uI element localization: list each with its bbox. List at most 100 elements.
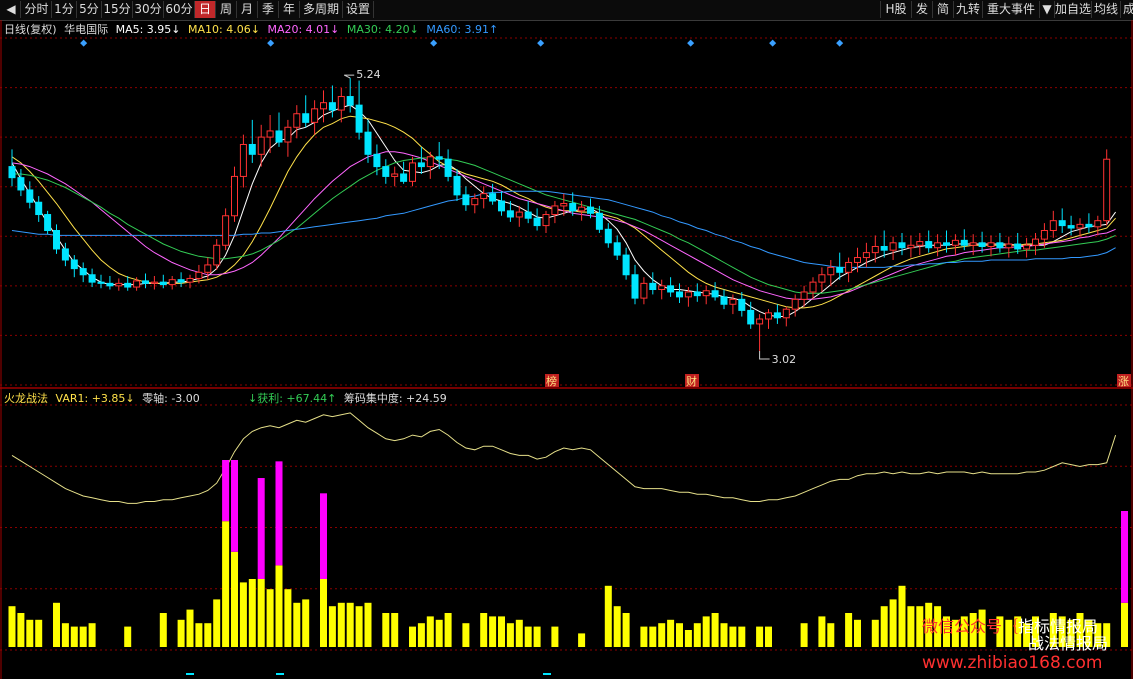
candle <box>551 201 559 224</box>
candle <box>26 181 34 209</box>
candle-body <box>453 175 461 196</box>
candle-body <box>943 242 950 246</box>
candle <box>809 277 817 300</box>
candle-body <box>533 217 541 227</box>
candle <box>524 201 532 224</box>
volume-bar-yellow <box>337 602 345 647</box>
candle-body <box>604 228 612 244</box>
candle-body <box>1103 158 1111 222</box>
candle-body <box>320 102 327 110</box>
candle-body <box>275 130 283 143</box>
volume-bar-yellow <box>684 630 692 647</box>
volume-bar-yellow <box>79 626 87 647</box>
candle <box>827 260 835 286</box>
candle <box>711 282 719 301</box>
candle <box>649 272 657 295</box>
candle <box>613 235 621 261</box>
kline-chart[interactable]: 5.24 3.02 榜 财 涨 <box>0 0 1133 679</box>
volume-bar-yellow <box>159 613 167 647</box>
tag-label-0: 榜 <box>546 374 557 388</box>
candle-body <box>1094 220 1102 228</box>
volume-bar-yellow <box>880 606 888 647</box>
candle-body <box>1014 243 1022 250</box>
candle <box>756 314 764 351</box>
candle <box>951 234 959 256</box>
candle <box>667 277 675 297</box>
candle <box>542 210 550 233</box>
bottom-tick <box>186 673 194 675</box>
candle <box>391 166 399 187</box>
candle-body <box>898 242 906 249</box>
candle-body <box>756 318 764 325</box>
candle <box>987 235 995 257</box>
candle-body <box>693 291 701 297</box>
candle <box>88 268 96 288</box>
candle-body <box>435 156 443 160</box>
candle <box>765 309 772 329</box>
candle-body <box>951 239 959 246</box>
candle-body <box>1005 243 1013 249</box>
volume-bar-yellow <box>506 623 514 647</box>
candle-body <box>934 242 942 249</box>
volume-bar-yellow <box>231 551 238 647</box>
volume-bar-yellow <box>462 623 470 647</box>
candle-body <box>311 108 319 123</box>
candle-body <box>168 279 176 286</box>
candle-body <box>880 245 888 251</box>
candle <box>168 275 176 290</box>
candle-body <box>409 162 416 182</box>
candle <box>355 80 363 140</box>
candle-body <box>133 280 141 288</box>
candle <box>231 166 238 222</box>
volume-bar-yellow <box>17 613 25 647</box>
volume-bar-yellow <box>480 613 488 647</box>
candle-body <box>150 281 158 284</box>
volume-bar-yellow <box>239 582 247 647</box>
candle-body <box>302 113 310 123</box>
volume-bar-yellow <box>889 599 897 647</box>
candle-body <box>542 214 550 227</box>
candle-body <box>17 177 25 191</box>
candle <box>782 306 790 327</box>
candle <box>222 208 230 251</box>
candle <box>845 257 853 283</box>
candle-body <box>355 104 363 133</box>
candle <box>773 304 781 324</box>
volume-bar-yellow <box>524 626 532 647</box>
volume-bar-yellow <box>640 626 648 647</box>
candle-body <box>738 298 746 311</box>
candle <box>150 275 158 290</box>
volume-bar-yellow <box>693 623 701 647</box>
candle <box>1103 149 1111 226</box>
candle <box>400 161 408 184</box>
volume-bar-yellow <box>213 599 221 647</box>
candle-body <box>373 153 381 168</box>
volume-bar-yellow <box>26 619 34 647</box>
candle-body <box>159 281 167 286</box>
candle-body <box>1049 220 1057 232</box>
candle-body <box>204 264 212 273</box>
volume-bar-yellow <box>391 613 399 647</box>
candle-body <box>1076 223 1084 229</box>
candle <box>898 232 906 256</box>
volume-bar-yellow <box>854 619 861 647</box>
event-diamond-icon <box>836 39 844 47</box>
candle-body <box>239 143 247 177</box>
candle <box>409 156 416 187</box>
candle-body <box>871 245 879 254</box>
candle-body <box>1085 223 1093 228</box>
volume-bar-yellow <box>382 613 390 647</box>
volume-bar-yellow <box>676 623 683 647</box>
bottom-tick <box>543 673 551 675</box>
candle <box>44 210 52 235</box>
volume-bar-yellow <box>284 589 292 647</box>
candle-body <box>827 266 835 276</box>
candle-body <box>836 266 844 273</box>
candle-body <box>142 280 149 284</box>
volume-bar-yellow <box>845 613 853 647</box>
candle <box>1032 232 1039 256</box>
candle <box>302 95 310 128</box>
high-pointer <box>343 74 355 79</box>
candle-body <box>248 143 256 155</box>
candle-body <box>658 285 666 291</box>
